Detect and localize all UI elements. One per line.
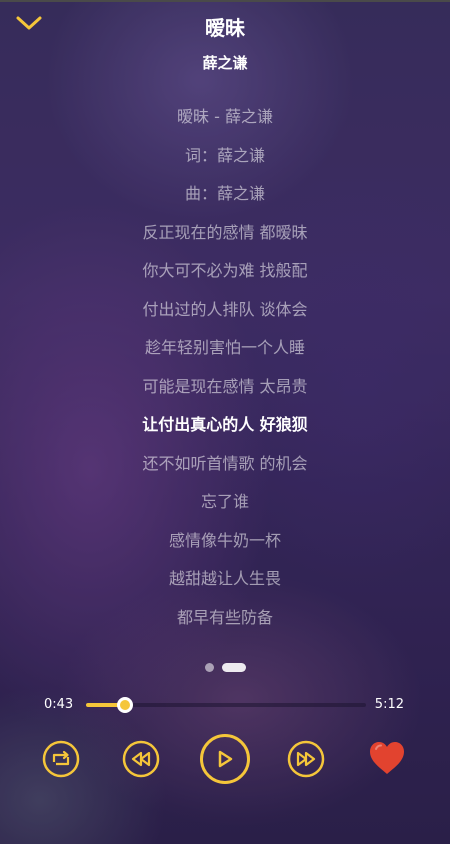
fast-forward-icon <box>287 740 325 778</box>
rewind-icon <box>122 740 160 778</box>
page-dot-lyrics[interactable] <box>221 663 246 672</box>
playback-controls <box>0 733 450 785</box>
lyrics-panel[interactable]: 暧昧 - 薛之谦 词：薛之谦曲：薛之谦反正现在的感情 都暧昧 你大可不必为难 找般配… <box>0 104 450 643</box>
lyric-line-current: 让付出真心的人 好狼狈 <box>142 415 308 434</box>
total-time: 5:12 <box>374 697 404 712</box>
song-artist: 薛之谦 <box>202 54 248 72</box>
lyric-line: 词：薛之谦 <box>184 145 265 165</box>
lyric-line: 趁年轻别害怕一个人睡 <box>144 338 305 357</box>
progress-row: 0:43 5:12 <box>0 694 450 716</box>
lyric-line: 还不如听首情歌 的机会 <box>142 453 308 473</box>
song-title: 暧昧 <box>205 16 245 40</box>
lyric-line: 都早有些防备 <box>176 607 273 627</box>
repeat-button[interactable] <box>42 740 80 778</box>
heart-icon <box>370 742 404 774</box>
lyric-line: 暧昧 - 薛之谦 <box>177 107 273 126</box>
lyric-line: 你大可不必为难 找般配 <box>142 261 308 280</box>
page-indicator <box>0 663 450 672</box>
lyric-line: 可能是现在感情 太昂贵 <box>142 376 308 396</box>
top-border <box>0 0 450 2</box>
page-dot-cover[interactable] <box>204 663 214 672</box>
lyric-line: 感情像牛奶一杯 <box>168 530 281 550</box>
repeat-icon <box>42 740 80 778</box>
lyric-line: 忘了谁 <box>200 492 249 511</box>
progress-thumb[interactable] <box>116 697 133 713</box>
progress-bar[interactable] <box>86 697 366 713</box>
favorite-button[interactable] <box>367 739 407 777</box>
elapsed-time: 0:43 <box>44 697 74 712</box>
lyric-line: 反正现在的感情 都暧昧 <box>142 222 308 242</box>
previous-button[interactable] <box>122 740 160 778</box>
lyric-line: 付出过的人排队 谈体会 <box>142 299 308 319</box>
next-button[interactable] <box>287 740 325 778</box>
play-button[interactable] <box>199 733 251 785</box>
play-icon <box>200 734 250 784</box>
lyric-line: 越甜越让人生畏 <box>168 569 281 588</box>
player-screen: 暧昧 薛之谦 暧昧 - 薛之谦 词：薛之谦曲：薛之谦反正现在的感情 都暧昧 你大可不… <box>0 0 450 844</box>
lyric-line: 曲：薛之谦 <box>184 184 265 203</box>
